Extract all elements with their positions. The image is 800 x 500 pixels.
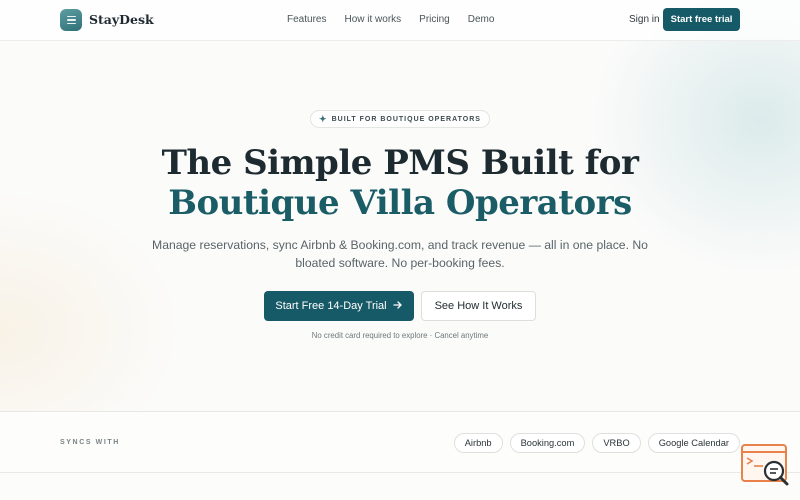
- hero-subtitle: Manage reservations, sync Airbnb & Booki…: [152, 238, 648, 270]
- nav-link-how-it-works[interactable]: How it works: [344, 14, 401, 25]
- chip-google-calendar: Google Calendar: [647, 433, 740, 453]
- chip-airbnb: Airbnb: [453, 433, 503, 453]
- sign-in-link[interactable]: Sign in: [629, 14, 660, 25]
- hero-title-line-2: Boutique Villa Operators: [168, 183, 632, 223]
- hero-badge-label: BUILT FOR BOUTIQUE OPERATORS: [331, 115, 481, 123]
- sync-chips: Airbnb Booking.com VRBO Google Calendar: [453, 433, 740, 453]
- hero-badge: ✦ BUILT FOR BOUTIQUE OPERATORS: [310, 110, 490, 128]
- chip-booking-com: Booking.com: [509, 433, 586, 453]
- sync-label: SYNCS WITH: [60, 439, 120, 446]
- nav-link-demo[interactable]: Demo: [468, 14, 495, 25]
- hero-title-line-1: The Simple PMS Built for: [161, 143, 639, 183]
- top-nav: StayDesk Features How it works Pricing D…: [0, 0, 800, 41]
- hero-note: No credit card required to explore · Can…: [311, 331, 489, 340]
- start-free-trial-button[interactable]: Start free trial: [663, 8, 740, 31]
- arrow-right-icon: [392, 300, 403, 313]
- see-how-it-works-button[interactable]: See How It Works: [421, 291, 536, 321]
- sync-strip: SYNCS WITH Airbnb Booking.com VRBO Googl…: [0, 411, 800, 473]
- brand-name[interactable]: StayDesk: [89, 12, 154, 27]
- support-widget-icon[interactable]: [741, 444, 791, 488]
- logo-icon[interactable]: [60, 9, 82, 31]
- nav-link-features[interactable]: Features: [287, 14, 326, 25]
- start-trial-label: Start Free 14-Day Trial: [275, 300, 387, 312]
- nav-links: Features How it works Pricing Demo: [287, 14, 494, 25]
- start-trial-button[interactable]: Start Free 14-Day Trial: [264, 291, 414, 321]
- sparkle-icon: ✦: [319, 113, 327, 124]
- nav-link-pricing[interactable]: Pricing: [419, 14, 450, 25]
- chip-vrbo: VRBO: [592, 433, 641, 453]
